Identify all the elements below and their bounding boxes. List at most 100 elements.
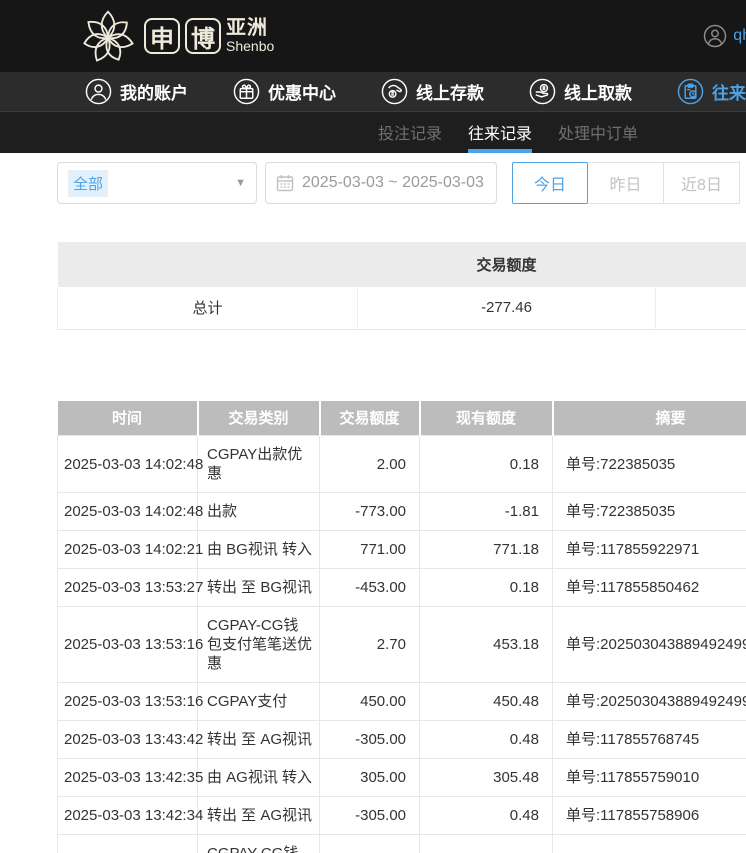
logo-char-shen: 申 <box>144 18 180 54</box>
table-row: 2025-03-03 13:42:35 由 AG视讯 转入 305.00 305… <box>58 759 746 797</box>
cell-time: 2025-03-03 13:42:35 <box>58 759 198 797</box>
cell-balance: 0.48 <box>420 797 553 835</box>
nav-item-线上存款[interactable]: 线上存款 <box>381 78 484 105</box>
main-nav: 我的账户 优惠中心 线上存款 线上取款 往来记录 <box>0 72 746 112</box>
cell-time: 2025-03-03 13:53:16 <box>58 607 198 683</box>
date-range-input[interactable]: 2025-03-03 ~ 2025-03-03 <box>265 162 497 204</box>
summary-header-amount: 交易额度 <box>358 242 656 287</box>
cell-type: 由 AG视讯 转入 <box>198 759 320 797</box>
table-row: 2025-03-03 14:02:48 CGPAY出款优惠 2.00 0.18 … <box>58 436 746 493</box>
records-column-header: 摘要 <box>553 401 746 436</box>
table-row: 2025-03-03 13:53:27 转出 至 BG视讯 -453.00 0.… <box>58 569 746 607</box>
chevron-down-icon: ▼ <box>235 177 246 189</box>
cell-balance: 771.18 <box>420 531 553 569</box>
page: 申 博 亚洲 Shenbo qhh 我的账户 优惠中心 线上存 <box>0 0 746 853</box>
nav-item-label: 线上取款 <box>564 79 632 104</box>
records-icon <box>677 78 704 105</box>
cell-balance: 305.48 <box>420 835 553 853</box>
subnav-tab-label: 投注记录 <box>378 120 442 144</box>
cell-summary: 单号:722385035 <box>553 436 746 493</box>
cell-amount: -773.00 <box>320 493 420 531</box>
cell-type: CGPAY-CG钱包支付笔笔送优惠 <box>198 607 320 683</box>
cell-time: 2025-03-03 14:02:21 <box>58 531 198 569</box>
table-row: 2025-03-03 13:53:16 CGPAY支付 450.00 450.4… <box>58 683 746 721</box>
cell-amount: -305.00 <box>320 797 420 835</box>
records-column-header: 现有额度 <box>420 401 553 436</box>
cell-summary: 单号:117855768745 <box>553 721 746 759</box>
subnav-tab-label: 往来记录 <box>468 120 532 144</box>
cell-type: 转出 至 AG视讯 <box>198 797 320 835</box>
nav-item-线上取款[interactable]: 线上取款 <box>529 78 632 105</box>
date-range-value: 2025-03-03 ~ 2025-03-03 <box>302 174 484 192</box>
cell-amount: 771.00 <box>320 531 420 569</box>
cell-summary: 单号:117855850462 <box>553 569 746 607</box>
cell-summary: 单号:117855922971 <box>553 531 746 569</box>
summary-header-empty <box>58 242 358 287</box>
filter-bar: 全部 ▼ 2025-03-03 ~ 2025-03-03 今日 昨日 近8日 <box>57 162 746 204</box>
records-column-header: 时间 <box>58 401 198 436</box>
quick-button-昨日[interactable]: 昨日 <box>588 162 664 204</box>
gift-icon <box>233 78 260 105</box>
nav-item-我的账户[interactable]: 我的账户 <box>85 78 188 105</box>
cell-amount: 450.00 <box>320 683 420 721</box>
cell-type: CGPAY出款优惠 <box>198 436 320 493</box>
summary-total-value: -277.46 <box>358 287 656 329</box>
user-icon <box>85 78 112 105</box>
records-column-header: 交易额度 <box>320 401 420 436</box>
tab-往来记录[interactable]: 往来记录 <box>468 112 532 153</box>
tab-处理中订单[interactable]: 处理中订单 <box>558 112 638 153</box>
cell-summary: 单号:202503043889492499 <box>553 683 746 721</box>
nav-item-往来记录[interactable]: 往来记录 <box>677 78 746 105</box>
user-account[interactable]: qhh <box>703 24 746 48</box>
records-column-header: 交易类别 <box>198 401 320 436</box>
table-row: 2025-03-03 13:53:16 CGPAY-CG钱包支付笔笔送优惠 2.… <box>58 607 746 683</box>
table-row: 2025-03-03 13:42:34 转出 至 AG视讯 -305.00 0.… <box>58 797 746 835</box>
records-header-row: 时间交易类别交易额度现有额度摘要 <box>58 401 746 436</box>
cell-amount: 305.00 <box>320 759 420 797</box>
calendar-icon <box>276 174 294 192</box>
cell-type: 转出 至 BG视讯 <box>198 569 320 607</box>
tab-投注记录[interactable]: 投注记录 <box>378 112 442 153</box>
cell-type: CGPAY-CG钱包支付笔笔送优惠 <box>198 835 320 853</box>
cell-time: 2025-03-03 13:53:16 <box>58 683 198 721</box>
subnav-tab-label: 处理中订单 <box>558 120 638 144</box>
cell-amount: 1.80 <box>320 835 420 853</box>
cell-amount: 2.00 <box>320 436 420 493</box>
cell-summary: 单号:117855759010 <box>553 759 746 797</box>
cell-balance: 305.48 <box>420 759 553 797</box>
nav-item-label: 往来记录 <box>712 79 746 104</box>
records-section: 时间交易类别交易额度现有额度摘要 2025-03-03 14:02:48 CGP… <box>57 401 746 853</box>
type-select[interactable]: 全部 ▼ <box>57 162 257 204</box>
cell-time: 2025-03-03 14:02:48 <box>58 493 198 531</box>
logo-region: 亚洲 <box>226 18 274 39</box>
table-row: 2025-03-03 14:02:21 由 BG视讯 转入 771.00 771… <box>58 531 746 569</box>
summary-table: 交易额度 总计 -277.46 <box>57 242 746 330</box>
cell-balance: 453.18 <box>420 607 553 683</box>
table-row: 2025-03-03 14:02:48 出款 -773.00 -1.81 单号:… <box>58 493 746 531</box>
topbar: 申 博 亚洲 Shenbo qhh <box>0 0 746 72</box>
logo-flower-icon <box>80 6 136 66</box>
cell-type: 由 BG视讯 转入 <box>198 531 320 569</box>
cell-type: 出款 <box>198 493 320 531</box>
cell-type: CGPAY支付 <box>198 683 320 721</box>
quick-date-buttons: 今日 昨日 近8日 <box>512 162 740 204</box>
cell-summary: 单号:202503043889482570 <box>553 835 746 853</box>
logo-name-en: Shenbo <box>226 39 274 54</box>
nav-item-优惠中心[interactable]: 优惠中心 <box>233 78 336 105</box>
logo-char-bo: 博 <box>185 18 221 54</box>
cell-summary: 单号:202503043889492499 <box>553 607 746 683</box>
cell-balance: 450.48 <box>420 683 553 721</box>
summary-total-row: 总计 -277.46 <box>58 287 746 329</box>
cell-balance: 0.18 <box>420 436 553 493</box>
cell-summary: 单号:117855758906 <box>553 797 746 835</box>
brand-logo[interactable]: 申 博 亚洲 Shenbo <box>80 6 274 66</box>
cell-type: 转出 至 AG视讯 <box>198 721 320 759</box>
sub-nav: 投注记录 往来记录 处理中订单 <box>0 112 746 153</box>
withdraw-icon <box>529 78 556 105</box>
type-select-value: 全部 <box>68 170 108 197</box>
cell-amount: -305.00 <box>320 721 420 759</box>
quick-button-近8日[interactable]: 近8日 <box>664 162 740 204</box>
summary-total-empty <box>656 287 746 329</box>
quick-button-今日[interactable]: 今日 <box>512 162 588 204</box>
records-table: 时间交易类别交易额度现有额度摘要 2025-03-03 14:02:48 CGP… <box>57 401 746 853</box>
